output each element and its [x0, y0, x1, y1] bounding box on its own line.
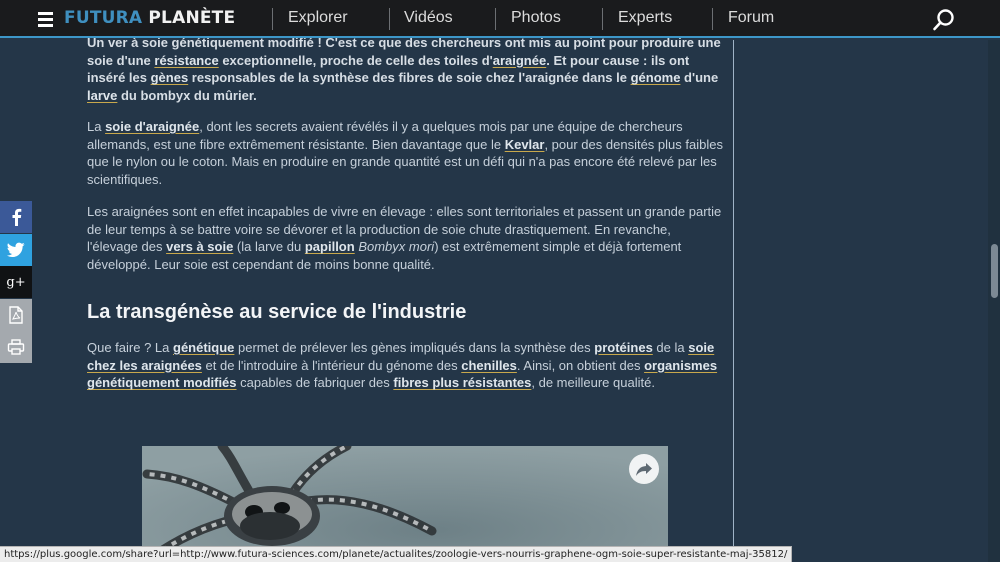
- print-icon: [7, 339, 25, 355]
- paragraph-text: capables de fabriquer des: [236, 375, 394, 391]
- nav-experts[interactable]: Experts: [618, 9, 672, 27]
- lead-text: exceptionnelle, proche de celle des toil…: [218, 52, 493, 68]
- paragraph-text: , de meilleure qualité.: [531, 375, 655, 391]
- logo-futura: FUTURA: [64, 8, 143, 28]
- site-logo[interactable]: FUTURA PLANÈTE: [64, 8, 235, 28]
- paragraph-text: de la: [652, 340, 689, 355]
- pdf-download-button[interactable]: [0, 299, 32, 331]
- search-icon[interactable]: [932, 8, 956, 32]
- paragraph-text: et de l'introduire à l'intérieur du géno…: [201, 357, 462, 373]
- sidebar-divider: [733, 40, 734, 562]
- scrollbar-track[interactable]: [988, 40, 1000, 562]
- article-lead: Un ver à soie génétiquement modifié ! C'…: [87, 34, 723, 105]
- link-genome[interactable]: génome: [631, 70, 681, 85]
- lead-text: d'une: [680, 70, 719, 86]
- nav-divider: [712, 8, 713, 30]
- link-papillon[interactable]: papillon: [305, 239, 355, 254]
- twitter-icon: [7, 242, 25, 258]
- logo-planete: PLANÈTE: [148, 8, 236, 28]
- facebook-icon: [12, 208, 22, 226]
- nav-divider: [389, 8, 390, 30]
- paragraph-3: Que faire ? La génétique permet de préle…: [87, 339, 723, 392]
- google-plus-share-button[interactable]: g+: [0, 266, 32, 298]
- section-heading: La transgénèse au service de l'industrie: [87, 301, 467, 323]
- print-button[interactable]: [0, 331, 32, 363]
- pdf-icon: [9, 306, 23, 324]
- facebook-share-button[interactable]: [0, 201, 32, 233]
- status-bar-url: https://plus.google.com/share?url=http:/…: [0, 546, 793, 562]
- paragraph-text: Que faire ? La: [87, 340, 173, 355]
- species-name: Bombyx mori: [358, 239, 435, 255]
- link-araignee[interactable]: araignée: [493, 53, 546, 68]
- lead-text: du bombyx du mûrier.: [117, 88, 257, 104]
- paragraph-text: permet de prélever les gènes impliqués d…: [234, 340, 595, 355]
- nav-divider: [272, 8, 273, 30]
- nav-videos[interactable]: Vidéos: [404, 9, 453, 27]
- link-vers-a-soie[interactable]: vers à soie: [166, 239, 233, 254]
- link-chenilles[interactable]: chenilles: [461, 358, 517, 373]
- nav-explorer[interactable]: Explorer: [288, 9, 348, 27]
- link-larve[interactable]: larve: [87, 88, 117, 103]
- link-genetique[interactable]: génétique: [173, 340, 234, 355]
- paragraph-text: (la larve du: [233, 239, 305, 255]
- menu-icon[interactable]: [38, 12, 53, 27]
- paragraph-1: La soie d'araignée, dont les secrets ava…: [87, 118, 723, 189]
- twitter-share-button[interactable]: [0, 234, 32, 266]
- paragraph-2: Les araignées sont en effet incapables d…: [87, 203, 723, 274]
- nav-photos[interactable]: Photos: [511, 9, 561, 27]
- share-arrow-icon[interactable]: [629, 454, 659, 484]
- nav-forum[interactable]: Forum: [728, 9, 774, 27]
- google-plus-icon: g+: [6, 274, 26, 290]
- lead-text: responsables de la synthèse des fibres d…: [188, 70, 631, 86]
- scrollbar-thumb[interactable]: [991, 244, 998, 298]
- spider-photo: [142, 446, 668, 562]
- paragraph-text: . Ainsi, on obtient des: [516, 357, 645, 373]
- nav-divider: [602, 8, 603, 30]
- link-resistance[interactable]: résistance: [154, 53, 218, 68]
- link-fibres-plus-resistantes[interactable]: fibres plus résistantes: [393, 375, 531, 390]
- link-soie-araignee[interactable]: soie d'araignée: [105, 119, 199, 134]
- paragraph-text: La: [87, 119, 106, 134]
- top-nav-bar: FUTURA PLANÈTE Explorer Vidéos Photos Ex…: [0, 0, 1000, 38]
- nav-divider: [495, 8, 496, 30]
- link-genes[interactable]: gènes: [151, 70, 189, 85]
- link-kevlar[interactable]: Kevlar: [505, 137, 545, 152]
- link-proteines[interactable]: protéines: [594, 340, 653, 355]
- article-photo[interactable]: [142, 446, 668, 562]
